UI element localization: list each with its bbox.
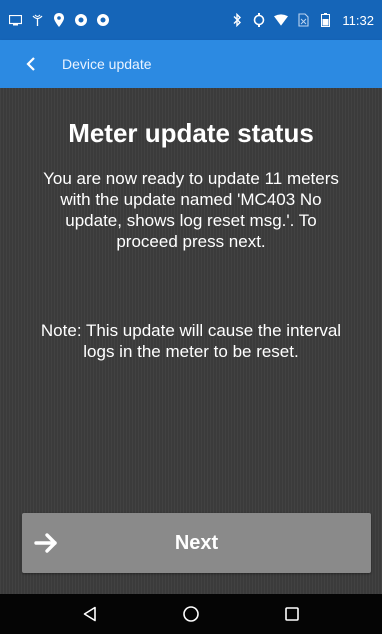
update-status-heading: Meter update status xyxy=(68,118,314,148)
recents-nav-button[interactable] xyxy=(277,599,307,629)
next-button-label: Next xyxy=(174,531,219,554)
sync-icon xyxy=(252,13,266,27)
status-right-icons: 11:32 xyxy=(230,13,374,28)
no-sim-icon xyxy=(296,13,310,27)
chevron-left-icon xyxy=(26,57,35,71)
home-nav-button[interactable] xyxy=(176,599,206,629)
app-icon-2 xyxy=(96,13,110,27)
screen-icon xyxy=(8,13,22,27)
device-update-screen: 11:32 Device update Meter update status … xyxy=(0,0,382,634)
main-content: Meter update status You are now ready to… xyxy=(0,88,382,594)
home-nav-icon xyxy=(183,606,199,622)
back-button[interactable] xyxy=(18,49,44,79)
back-nav-icon xyxy=(84,606,97,622)
wifi-icon xyxy=(274,13,289,27)
bluetooth-icon xyxy=(230,13,244,27)
update-message: You are now ready to update 11 meters wi… xyxy=(43,169,339,251)
status-bar: 11:32 xyxy=(0,0,382,40)
arrow-right-icon xyxy=(34,533,57,553)
signal-icon xyxy=(30,13,44,27)
app-bar: Device update xyxy=(0,40,382,88)
status-left-icons xyxy=(8,13,110,27)
app-icon-1 xyxy=(74,13,88,27)
back-nav-button[interactable] xyxy=(75,599,105,629)
update-note: Note: This update will cause the interva… xyxy=(40,321,342,361)
navigation-bar xyxy=(0,594,382,634)
status-time: 11:32 xyxy=(342,12,374,28)
next-button[interactable]: Next xyxy=(22,513,371,573)
page-title: Device update xyxy=(62,56,152,72)
battery-icon xyxy=(318,13,332,27)
location-pin-icon xyxy=(52,13,66,27)
recents-nav-icon xyxy=(284,607,299,621)
